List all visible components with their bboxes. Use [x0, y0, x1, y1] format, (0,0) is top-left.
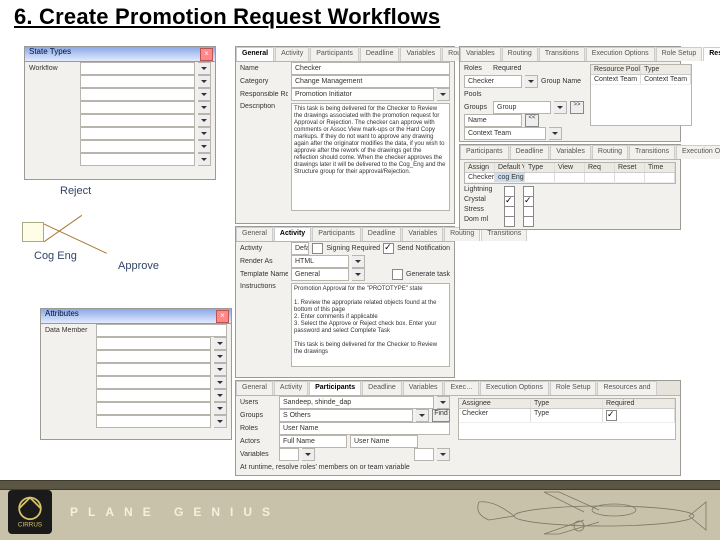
role-setup-panel: Participants Deadline Variables Routing … [459, 144, 681, 230]
footer: CIRRUS PLANE GENIUS [0, 480, 720, 540]
signing-required-checkbox[interactable] [312, 243, 323, 254]
footer-band [0, 480, 720, 490]
template-select[interactable]: General [291, 268, 349, 281]
participants-panel: General Activity Participants Deadline V… [235, 380, 681, 476]
category-input[interactable]: Change Management [291, 75, 450, 88]
resources-pool-panel: Variables Routing Transitions Execution … [459, 46, 681, 142]
send-notification-checkbox[interactable] [383, 243, 394, 254]
resources-tabs: Variables Routing Transitions Execution … [460, 47, 680, 62]
generate-task-checkbox[interactable] [392, 269, 403, 280]
tab-activity[interactable]: Activity [274, 227, 311, 241]
tab-general[interactable]: General [236, 47, 274, 61]
participants-tabs: General Activity Participants Deadline V… [236, 381, 680, 396]
workflow-field[interactable] [80, 62, 195, 75]
close-icon[interactable]: × [216, 310, 229, 323]
reject-label: Reject [60, 185, 91, 197]
role-setup-tabs: Participants Deadline Variables Routing … [460, 145, 680, 160]
tab-resources-pool[interactable]: Resources Pool [703, 47, 720, 61]
table-row[interactable]: CheckerType [459, 409, 675, 423]
instructions-textarea[interactable]: Promotion Approval for the "PROTOTYPE" s… [291, 283, 450, 367]
slide-title: 6. Create Promotion Request Workflows [14, 4, 440, 30]
remove-button[interactable]: << [525, 114, 539, 127]
groups-input[interactable]: S Others [279, 409, 413, 422]
roles-select[interactable]: Checker [464, 75, 522, 88]
workflow-node[interactable] [22, 222, 44, 242]
roles-input[interactable]: User Name [279, 422, 450, 435]
general-tabs: General Activity Participants Deadline V… [236, 47, 454, 62]
assignee-table: AssigneeTypeRequired CheckerType [458, 398, 676, 440]
users-input[interactable]: Sandeep, shinde_dap [279, 396, 434, 409]
dropdown-icon[interactable] [198, 62, 211, 75]
cogeng-label: Cog Eng [34, 250, 77, 262]
runtime-notice: At runtime, resolve roles' members on or… [236, 462, 680, 473]
find-button[interactable]: Find [432, 409, 450, 422]
attribute-field[interactable] [96, 324, 227, 337]
airplane-drawing-icon [434, 490, 714, 536]
svg-text:CIRRUS: CIRRUS [18, 521, 42, 528]
table-row[interactable]: Checker Namecog Eng [465, 173, 675, 183]
description-textarea[interactable]: This task is being delivered for the Che… [291, 103, 450, 211]
panel-header: Attributes× [41, 309, 231, 324]
render-select[interactable]: HTML [291, 255, 349, 268]
activity-panel: General Activity Participants Deadline V… [235, 226, 455, 378]
tab-variables[interactable]: Variables [400, 47, 441, 61]
required-checkbox[interactable] [606, 410, 617, 421]
general-panel: General Activity Participants Deadline V… [235, 46, 455, 224]
resource-pool-table: Resource PoolType Context TeamContext Te… [590, 64, 692, 126]
workflow-diagram: Reject Cog Eng Approve [10, 180, 220, 310]
activity-input[interactable]: Default [291, 242, 309, 255]
attributes-panel: Attributes× Data Member [40, 308, 232, 440]
name-input[interactable]: Checker [291, 62, 450, 75]
tab-participants[interactable]: Participants [309, 381, 361, 395]
responsible-role-input[interactable]: Promotion Initiator [291, 88, 434, 101]
cirrus-logo: CIRRUS [8, 490, 52, 534]
table-row[interactable]: Context TeamContext Team [591, 75, 691, 85]
tab-activity[interactable]: Activity [275, 47, 309, 61]
panel-header: State Types× [25, 47, 215, 62]
activity-tabs: General Activity Participants Deadline V… [236, 227, 454, 242]
approve-label: Approve [118, 260, 159, 272]
brand-text: PLANE GENIUS [70, 505, 280, 519]
tab-deadline[interactable]: Deadline [360, 47, 400, 61]
assign-table: AssignDefault VTypeViewReqResetTime Chec… [464, 162, 676, 184]
state-types-panel: State Types× Workflow [24, 46, 216, 180]
add-button[interactable]: >> [570, 101, 584, 114]
close-icon[interactable]: × [200, 48, 213, 61]
tab-participants[interactable]: Participants [310, 47, 359, 61]
